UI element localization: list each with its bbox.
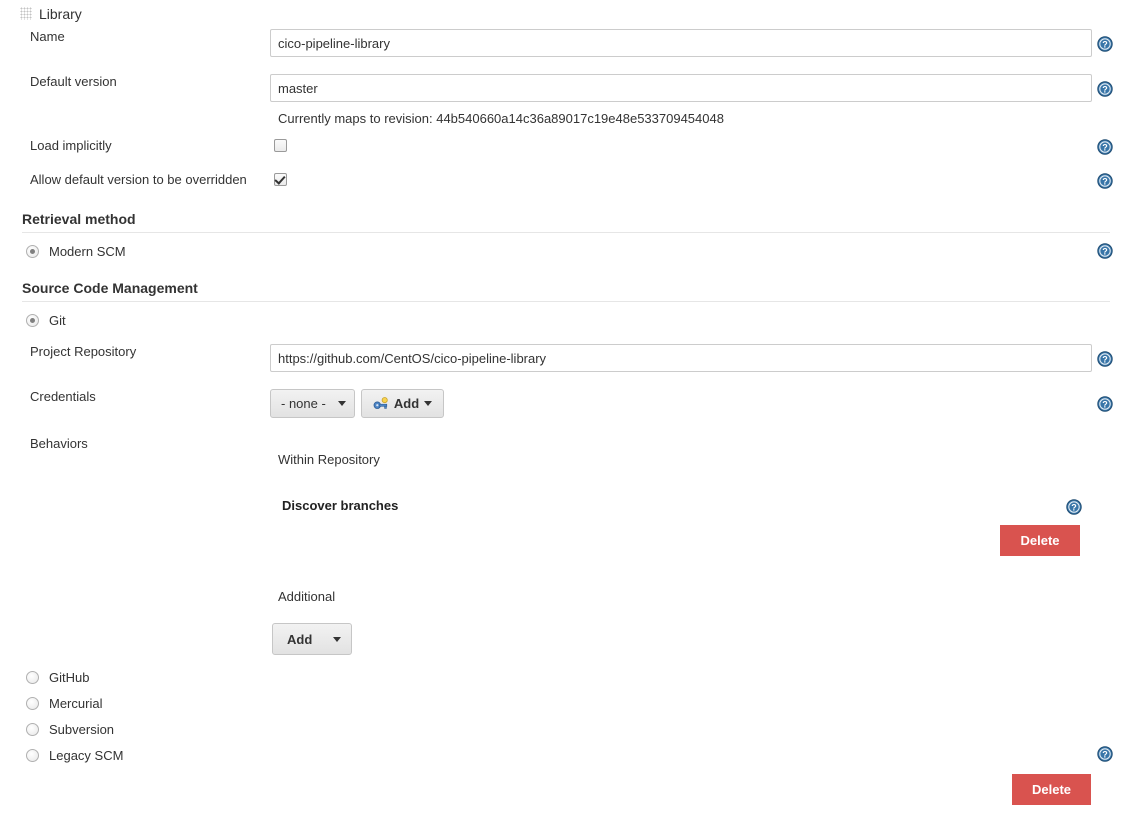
svg-text:?: ?: [1102, 355, 1108, 365]
scm-title: Source Code Management: [22, 280, 198, 296]
help-icon-load-implicitly[interactable]: ?: [1097, 139, 1113, 155]
radio-github-label: GitHub: [49, 669, 90, 685]
behavior-discover-branches-title: Discover branches: [282, 498, 399, 513]
help-icon-legacy-scm[interactable]: ?: [1097, 746, 1113, 762]
divider-retrieval: [22, 232, 1110, 233]
name-input[interactable]: [270, 29, 1092, 57]
radio-github[interactable]: GitHub: [26, 669, 89, 685]
project-repository-input[interactable]: [270, 344, 1092, 372]
svg-text:?: ?: [1102, 247, 1108, 257]
retrieval-method-title: Retrieval method: [22, 211, 136, 227]
credentials-label: Credentials: [30, 389, 96, 404]
help-icon-name[interactable]: ?: [1097, 36, 1113, 52]
radio-modern-scm[interactable]: Modern SCM: [26, 243, 126, 259]
svg-text:?: ?: [1102, 400, 1108, 410]
load-implicitly-checkbox[interactable]: [274, 139, 287, 152]
allow-override-checkbox[interactable]: [274, 173, 287, 186]
radio-mercurial[interactable]: Mercurial: [26, 695, 102, 711]
svg-text:?: ?: [1102, 85, 1108, 95]
help-icon-default-version[interactable]: ?: [1097, 81, 1113, 97]
behaviors-group-additional-label: Additional: [278, 589, 336, 604]
svg-text:?: ?: [1102, 177, 1108, 187]
default-version-label: Default version: [30, 74, 117, 89]
drag-handle-icon[interactable]: [20, 7, 32, 20]
radio-github-dot: [26, 670, 39, 684]
library-delete-button[interactable]: Delete: [1012, 774, 1091, 805]
load-implicitly-label: Load implicitly: [30, 138, 112, 153]
svg-text:?: ?: [1102, 143, 1108, 153]
revision-hint: Currently maps to revision: 44b540660a14…: [278, 111, 724, 126]
default-version-input[interactable]: [270, 74, 1092, 102]
radio-legacy-scm-dot: [26, 748, 39, 762]
credentials-add-button[interactable]: Add: [361, 389, 444, 418]
help-icon-credentials[interactable]: ?: [1097, 396, 1113, 412]
chevron-down-icon-credentials-add: [424, 401, 433, 406]
radio-mercurial-label: Mercurial: [49, 695, 103, 711]
svg-text:?: ?: [1102, 750, 1108, 760]
help-icon-project-repository[interactable]: ?: [1097, 351, 1113, 367]
help-icon-discover-branches[interactable]: ?: [1066, 499, 1082, 515]
help-icon-allow-override[interactable]: ?: [1097, 173, 1113, 189]
radio-git-label: Git: [49, 312, 66, 328]
credentials-select-value: - none -: [281, 396, 326, 411]
project-repository-label: Project Repository: [30, 344, 137, 359]
allow-override-label: Allow default version to be overridden: [30, 172, 247, 187]
page-title: Library: [39, 6, 82, 22]
help-icon-modern-scm[interactable]: ?: [1097, 243, 1113, 259]
chevron-down-icon: [338, 401, 346, 406]
radio-subversion-label: Subversion: [49, 721, 115, 737]
credentials-select[interactable]: - none -: [270, 389, 355, 418]
divider-scm: [22, 301, 1110, 302]
svg-text:?: ?: [1102, 40, 1108, 50]
radio-modern-scm-dot: [26, 244, 39, 258]
behavior-delete-button[interactable]: Delete: [1000, 525, 1080, 556]
radio-legacy-scm[interactable]: Legacy SCM: [26, 747, 123, 763]
behaviors-add-label: Add: [287, 631, 313, 647]
key-icon: [373, 396, 388, 409]
radio-subversion-dot: [26, 722, 39, 736]
radio-mercurial-dot: [26, 696, 39, 710]
radio-git[interactable]: Git: [26, 312, 66, 328]
credentials-add-label: Add: [393, 396, 420, 411]
svg-text:?: ?: [1071, 503, 1077, 513]
name-label: Name: [30, 29, 65, 44]
radio-git-dot: [26, 313, 39, 327]
behaviors-label: Behaviors: [30, 436, 88, 451]
behaviors-group-within-repository-label: Within Repository: [278, 452, 380, 467]
radio-modern-scm-label: Modern SCM: [49, 243, 126, 259]
radio-subversion[interactable]: Subversion: [26, 721, 114, 737]
radio-legacy-scm-label: Legacy SCM: [49, 747, 124, 763]
behaviors-add-button[interactable]: Add: [272, 623, 352, 655]
chevron-down-icon-behaviors-add: [333, 636, 341, 642]
